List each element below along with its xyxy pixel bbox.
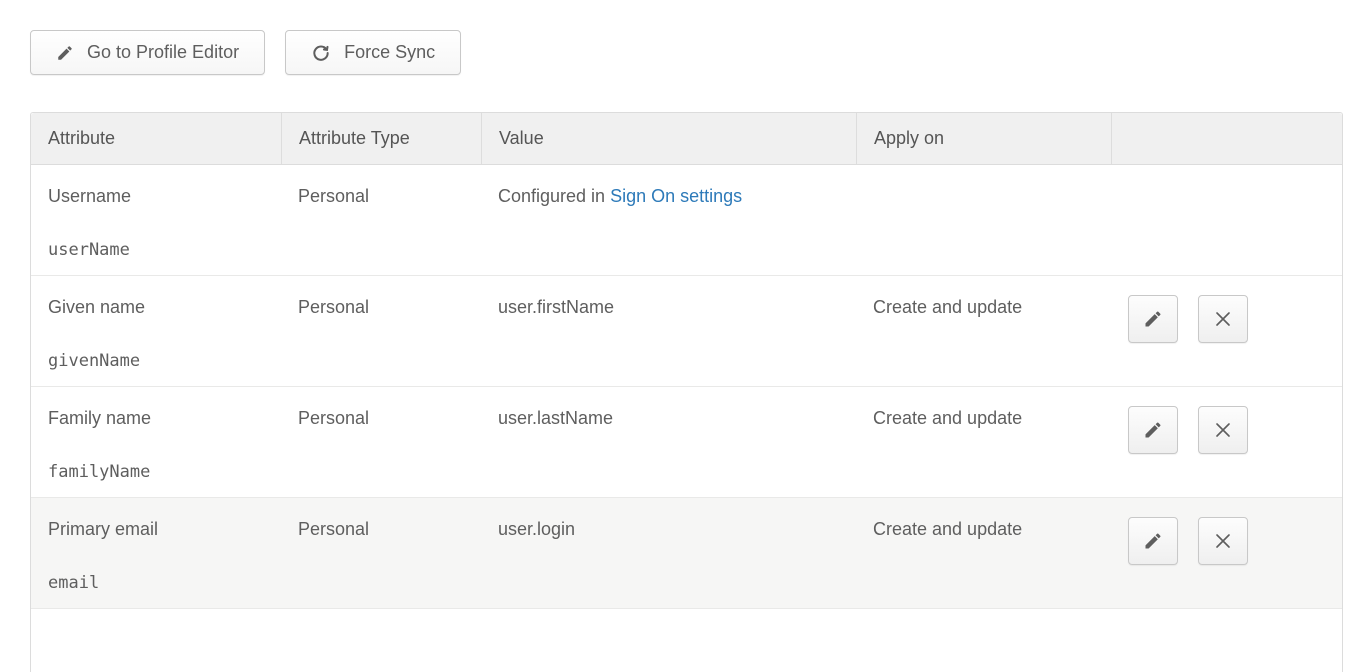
delete-attribute-button[interactable] — [1198, 406, 1248, 454]
go-to-profile-editor-label: Go to Profile Editor — [87, 42, 239, 63]
attribute-label: Primary email — [48, 519, 271, 540]
table-row: Family name familyName Personal user.las… — [31, 387, 1342, 498]
pencil-icon — [1143, 309, 1163, 329]
force-sync-label: Force Sync — [344, 42, 435, 63]
table-header-row: Attribute Attribute Type Value Apply on — [31, 113, 1342, 165]
edit-attribute-button[interactable] — [1128, 406, 1178, 454]
value-cell: Configured in Sign On settings — [481, 165, 856, 275]
edit-attribute-button[interactable] — [1128, 517, 1178, 565]
edit-attribute-button[interactable] — [1128, 295, 1178, 343]
attribute-code: familyName — [48, 462, 271, 482]
type-cell: Personal — [281, 387, 481, 497]
actions-cell — [1111, 165, 1342, 275]
type-cell: Personal — [281, 165, 481, 275]
attribute-cell: Family name familyName — [31, 387, 281, 497]
attribute-cell: Primary email email — [31, 498, 281, 608]
delete-attribute-button[interactable] — [1198, 295, 1248, 343]
actions-cell — [1111, 276, 1342, 386]
attribute-code: givenName — [48, 351, 271, 371]
empty-row-partial — [31, 609, 1342, 646]
go-to-profile-editor-button[interactable]: Go to Profile Editor — [30, 30, 265, 75]
close-icon — [1214, 532, 1232, 550]
attribute-cell: Given name givenName — [31, 276, 281, 386]
refresh-icon — [311, 43, 331, 63]
type-cell: Personal — [281, 498, 481, 608]
value-cell: user.lastName — [481, 387, 856, 497]
apply-on-cell: Create and update — [856, 387, 1111, 497]
attribute-code: email — [48, 573, 271, 593]
force-sync-button[interactable]: Force Sync — [285, 30, 461, 75]
table-row: Username userName Personal Configured in… — [31, 165, 1342, 276]
actions-cell — [1111, 387, 1342, 497]
header-value: Value — [481, 113, 856, 164]
close-icon — [1214, 421, 1232, 439]
apply-on-cell: Create and update — [856, 498, 1111, 608]
type-cell: Personal — [281, 276, 481, 386]
attribute-code: userName — [48, 240, 271, 260]
attribute-label: Given name — [48, 297, 271, 318]
header-actions — [1111, 113, 1342, 164]
value-prefix: Configured in — [498, 186, 610, 206]
attribute-label: Family name — [48, 408, 271, 429]
table-row: Given name givenName Personal user.first… — [31, 276, 1342, 387]
attribute-mapping-table: Attribute Attribute Type Value Apply on … — [30, 112, 1343, 672]
value-cell: user.login — [481, 498, 856, 608]
value-cell: user.firstName — [481, 276, 856, 386]
sign-on-settings-link[interactable]: Sign On settings — [610, 186, 742, 206]
apply-on-cell — [856, 165, 1111, 275]
actions-cell — [1111, 498, 1342, 608]
pencil-icon — [56, 44, 74, 62]
header-attribute: Attribute — [31, 113, 281, 164]
apply-on-cell: Create and update — [856, 276, 1111, 386]
delete-attribute-button[interactable] — [1198, 517, 1248, 565]
attribute-label: Username — [48, 186, 271, 207]
header-apply-on: Apply on — [856, 113, 1111, 164]
table-row: Primary email email Personal user.login … — [31, 498, 1342, 609]
close-icon — [1214, 310, 1232, 328]
pencil-icon — [1143, 531, 1163, 551]
toolbar: Go to Profile Editor Force Sync — [30, 30, 461, 75]
pencil-icon — [1143, 420, 1163, 440]
header-attribute-type: Attribute Type — [281, 113, 481, 164]
attribute-cell: Username userName — [31, 165, 281, 275]
